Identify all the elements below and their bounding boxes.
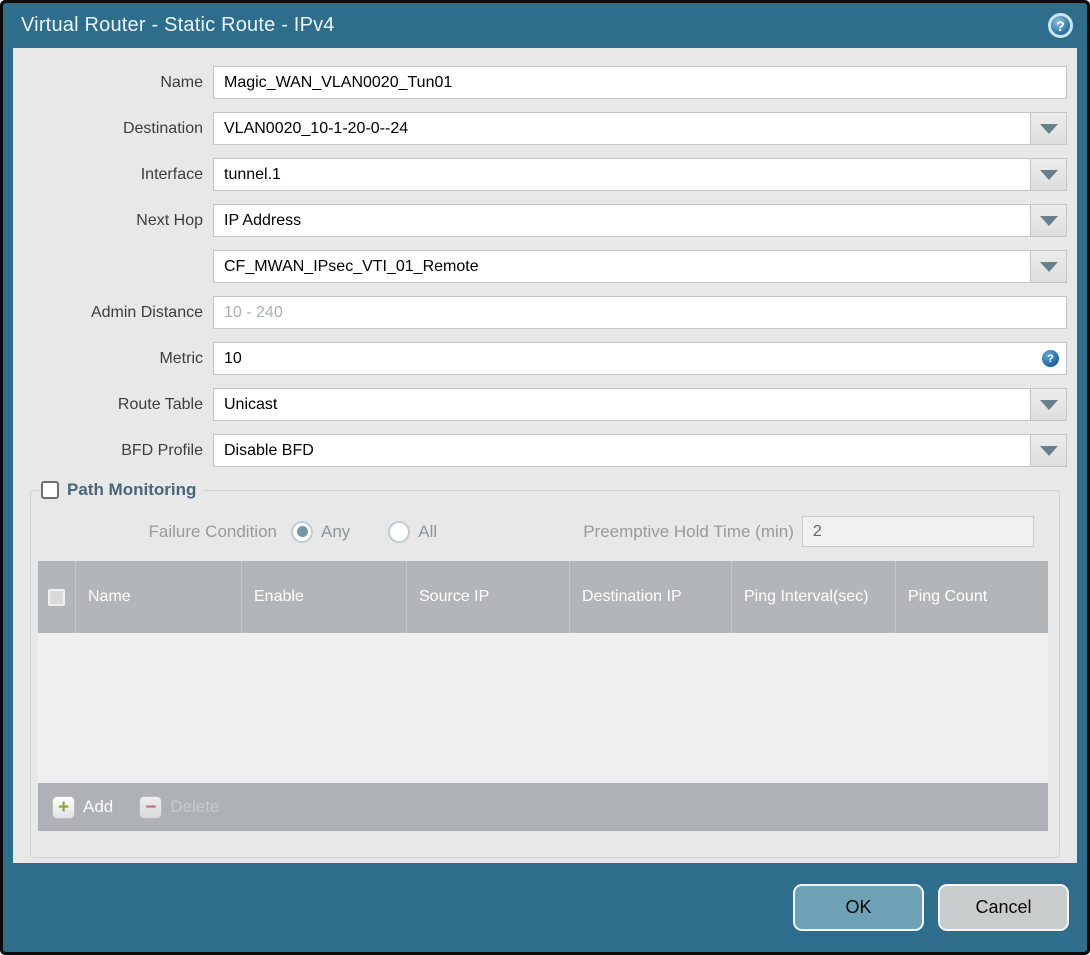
radio-dot-icon	[296, 526, 308, 537]
route-table-label: Route Table	[117, 395, 203, 413]
bfd-profile-row: BFD Profile	[13, 434, 1067, 467]
route-table-dropdown-button[interactable]	[1030, 389, 1066, 420]
minus-icon: −	[139, 795, 163, 819]
next-hop-address-dropdown-button[interactable]	[1030, 251, 1066, 282]
route-table-row: Route Table	[13, 388, 1067, 421]
column-header-source-ip[interactable]: Source IP	[406, 561, 569, 633]
dialog-frame: Virtual Router - Static Route - IPv4 ? N…	[3, 3, 1087, 952]
next-hop-dropdown-button[interactable]	[1030, 205, 1066, 236]
destination-label: Destination	[122, 119, 203, 137]
cancel-button[interactable]: Cancel	[938, 884, 1069, 931]
dialog-title: Virtual Router - Static Route - IPv4	[21, 14, 335, 36]
metric-input[interactable]	[213, 342, 1067, 375]
ok-button[interactable]: OK	[793, 884, 924, 931]
preemptive-hold-time-input[interactable]	[801, 516, 1034, 547]
chevron-down-icon	[1039, 399, 1058, 410]
dialog-content: Name Destination Interface	[13, 48, 1077, 863]
admin-distance-row: Admin Distance	[13, 296, 1067, 329]
interface-row: Interface	[13, 158, 1067, 191]
column-header-enable[interactable]: Enable	[241, 561, 406, 633]
dialog-window: Virtual Router - Static Route - IPv4 ? N…	[0, 0, 1090, 955]
chevron-down-icon	[1039, 261, 1058, 272]
interface-label: Interface	[140, 165, 203, 183]
column-header-destination-ip[interactable]: Destination IP	[569, 561, 731, 633]
interface-input[interactable]	[214, 159, 1030, 190]
table-header-row: Name Enable Source IP Destination IP Pin…	[38, 561, 1048, 633]
column-header-ping-count[interactable]: Ping Count	[895, 561, 1048, 633]
name-label: Name	[160, 73, 203, 91]
admin-distance-label: Admin Distance	[90, 303, 203, 321]
help-icon[interactable]: ?	[1048, 13, 1073, 38]
failure-condition-all-label: All	[418, 521, 438, 541]
destination-row: Destination	[13, 112, 1067, 145]
next-hop-label: Next Hop	[136, 211, 203, 229]
metric-row: Metric ?	[13, 342, 1067, 375]
next-hop-type-input[interactable]	[214, 205, 1030, 236]
delete-button[interactable]: − Delete	[139, 795, 220, 819]
path-monitoring-legend: Path Monitoring	[39, 480, 204, 500]
metric-help-icon[interactable]: ?	[1042, 350, 1059, 367]
path-monitoring-table: Name Enable Source IP Destination IP Pin…	[38, 561, 1048, 831]
title-bar: Virtual Router - Static Route - IPv4 ?	[3, 3, 1087, 48]
interface-dropdown-button[interactable]	[1030, 159, 1066, 190]
radio-dot-icon	[394, 526, 405, 537]
route-table-input[interactable]	[214, 389, 1030, 420]
column-header-name[interactable]: Name	[75, 561, 241, 633]
select-all-cell	[38, 561, 75, 633]
chevron-down-icon	[1039, 445, 1058, 456]
chevron-down-icon	[1039, 215, 1058, 226]
failure-condition-label: Failure Condition	[148, 521, 277, 541]
path-monitoring-section: Path Monitoring Failure Condition Any Al…	[30, 480, 1060, 858]
failure-condition-all-radio[interactable]	[388, 520, 411, 543]
failure-condition-row: Failure Condition Any All Preemptive Hol…	[37, 516, 1053, 547]
chevron-down-icon	[1039, 123, 1058, 134]
path-monitoring-checkbox[interactable]	[41, 481, 59, 499]
bfd-profile-input[interactable]	[214, 435, 1030, 466]
destination-dropdown-button[interactable]	[1030, 113, 1066, 144]
add-button-label: Add	[83, 797, 114, 816]
bfd-profile-label: BFD Profile	[121, 441, 203, 459]
table-toolbar: + Add − Delete	[38, 783, 1048, 831]
name-input[interactable]	[213, 66, 1067, 99]
metric-label: Metric	[159, 349, 203, 367]
table-body-empty	[38, 633, 1048, 783]
dialog-footer: OK Cancel	[3, 863, 1087, 952]
name-row: Name	[13, 66, 1067, 99]
failure-condition-any-label: Any	[321, 521, 351, 541]
delete-button-label: Delete	[170, 797, 220, 816]
add-button[interactable]: + Add	[52, 795, 114, 819]
bfd-profile-dropdown-button[interactable]	[1030, 435, 1066, 466]
chevron-down-icon	[1039, 169, 1058, 180]
admin-distance-input[interactable]	[213, 296, 1067, 329]
column-header-ping-interval[interactable]: Ping Interval(sec)	[731, 561, 895, 633]
next-hop-address-row	[13, 250, 1067, 283]
preemptive-hold-time-label: Preemptive Hold Time (min)	[583, 521, 794, 541]
failure-condition-any-radio[interactable]	[291, 520, 313, 543]
select-all-checkbox[interactable]	[48, 588, 65, 606]
next-hop-address-input[interactable]	[214, 251, 1030, 282]
plus-icon: +	[52, 795, 75, 819]
path-monitoring-title: Path Monitoring	[67, 480, 197, 499]
destination-input[interactable]	[214, 113, 1030, 144]
next-hop-row: Next Hop	[13, 204, 1067, 237]
